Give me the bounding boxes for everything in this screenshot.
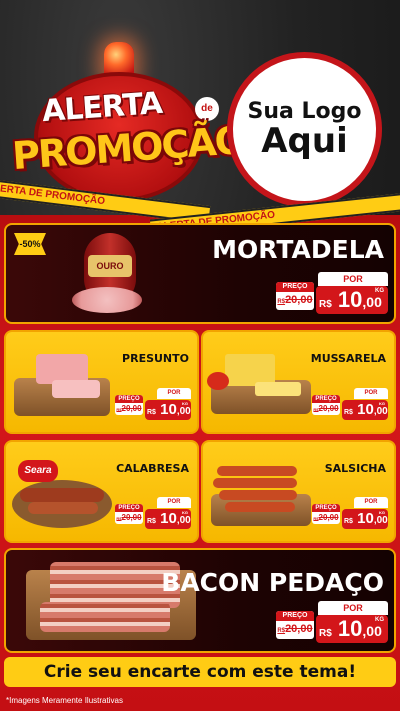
logo-placeholder[interactable]: Sua Logo Aqui (227, 52, 382, 207)
calabresa-image (20, 488, 104, 502)
bacon-slices (40, 602, 170, 632)
product-card-mortadela[interactable]: -50% OURO MORTADELA POR PREÇO R$20,00 R$… (4, 223, 396, 324)
mortadela-slice-image (72, 287, 142, 313)
calabresa-slices (28, 502, 98, 514)
old-price: R$20,00 (277, 294, 313, 306)
old-price-box: PREÇO R$20,00 (276, 282, 314, 310)
por-label: POR (354, 497, 388, 508)
product-name: MUSSARELA (310, 352, 386, 365)
logo-line2: Aqui (261, 121, 348, 162)
salsicha-image (217, 466, 297, 476)
preco-label: PREÇO (115, 395, 143, 403)
cta-banner[interactable]: Crie seu encarte com este tema! (4, 657, 396, 687)
product-name: BACON PEDAÇO (161, 568, 384, 597)
salsicha-image (225, 502, 295, 512)
unit-label: KG (375, 288, 384, 294)
old-price: R$20,00 (116, 404, 142, 413)
flyer-page: ALERTA de PROMOÇÃO Sua Logo Aqui ALERTA … (0, 0, 400, 711)
product-name: SALSICHA (324, 462, 386, 475)
preco-label: PREÇO (312, 504, 340, 512)
price-tag: POR PREÇO R$20,00 R$ 10,00 KG (276, 601, 388, 643)
product-card-mussarela[interactable]: MUSSARELA POR PREÇO R$20,00 R$ 10,00 KG (201, 330, 396, 434)
preco-label: PREÇO (115, 504, 143, 512)
tomato-image (207, 372, 229, 390)
unit-label: KG (379, 401, 385, 406)
old-price: R$20,00 (277, 623, 313, 635)
product-card-salsicha[interactable]: SALSICHA POR PREÇO R$20,00 R$ 10,00 KG (201, 440, 396, 543)
discount-badge: -50% (14, 233, 46, 255)
old-price-box: PREÇO R$20,00 (115, 395, 143, 415)
price-tag: POR PREÇO R$20,00 R$ 10,00 KG (276, 272, 388, 314)
old-price-box: PREÇO R$20,00 (312, 395, 340, 415)
old-price: R$20,00 (116, 513, 142, 522)
por-label: POR (318, 272, 388, 286)
unit-label: KG (379, 510, 385, 515)
product-card-calabresa[interactable]: Seara CALABRESA POR PREÇO R$20,00 R$ 10,… (4, 440, 199, 543)
product-card-presunto[interactable]: PRESUNTO POR PREÇO R$20,00 R$ 10,00 KG (4, 330, 199, 434)
unit-label: KG (182, 401, 188, 406)
old-price-box: PREÇO R$20,00 (115, 504, 143, 524)
price-tag: POR PREÇO R$20,00 R$ 10,00 KG (115, 388, 191, 420)
preco-label: PREÇO (276, 611, 314, 621)
por-label: POR (318, 601, 388, 615)
por-label: POR (354, 388, 388, 399)
product-name: PRESUNTO (122, 352, 189, 365)
old-price: R$20,00 (313, 513, 339, 522)
por-label: POR (157, 388, 191, 399)
preco-label: PREÇO (312, 395, 340, 403)
por-label: POR (157, 497, 191, 508)
mussarela-slices (255, 382, 301, 396)
old-price: R$20,00 (313, 404, 339, 413)
price-tag: POR PREÇO R$20,00 R$ 10,00 KG (312, 497, 388, 529)
unit-label: KG (182, 510, 188, 515)
salsicha-image (213, 478, 297, 488)
product-name: CALABRESA (116, 462, 189, 475)
price-tag: POR PREÇO R$20,00 R$ 10,00 KG (115, 497, 191, 529)
brand-label: OURO (88, 255, 132, 277)
old-price-box: PREÇO R$20,00 (276, 611, 314, 639)
unit-label: KG (375, 617, 384, 623)
price-tag: POR PREÇO R$20,00 R$ 10,00 KG (312, 388, 388, 420)
product-card-bacon[interactable]: BACON PEDAÇO POR PREÇO R$20,00 R$ 10,00 … (4, 548, 396, 653)
old-price-box: PREÇO R$20,00 (312, 504, 340, 524)
product-name: MORTADELA (212, 235, 384, 264)
footnote: *Imagens Meramente Ilustrativas (6, 696, 123, 705)
preco-label: PREÇO (276, 282, 314, 292)
salsicha-image (219, 490, 297, 500)
brand-label: Seara (18, 460, 58, 482)
presunto-slices (52, 380, 100, 398)
alert-badge: ALERTA de PROMOÇÃO (11, 42, 246, 207)
de-chip: de (195, 97, 219, 121)
